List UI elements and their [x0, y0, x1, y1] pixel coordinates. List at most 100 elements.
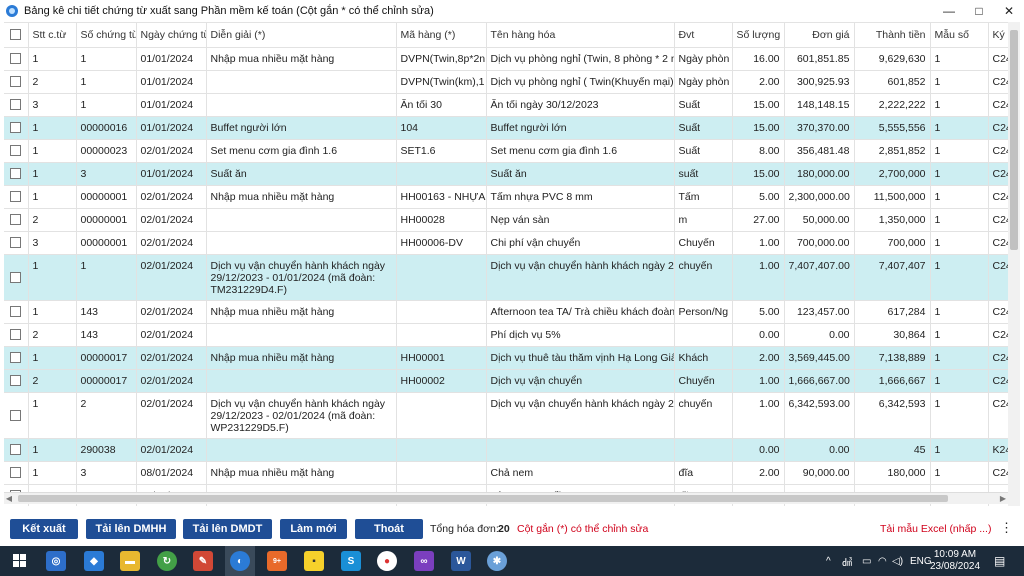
table-row[interactable]: 129003802/01/20240.000.00451K24 — [4, 438, 1008, 462]
cell-dien-giai[interactable] — [206, 70, 397, 94]
cell-dien-giai[interactable] — [206, 369, 397, 393]
column-header[interactable]: Mẫu số — [930, 23, 989, 48]
upload-dmdt-button[interactable]: Tải lên DMDT — [183, 519, 272, 539]
cell-ma-hang[interactable]: HH00163 - NHỰA — [396, 185, 487, 209]
cell-ma-hang[interactable] — [396, 300, 487, 324]
cell-ma-hang[interactable]: Ăn tối 30 — [396, 93, 487, 117]
messenger-icon[interactable]: 9+ — [267, 551, 287, 571]
skype-icon[interactable]: S — [341, 551, 361, 571]
row-checkbox[interactable] — [4, 461, 29, 485]
cell-ma-hang[interactable]: HH00006-DV — [396, 231, 487, 255]
cell-ma-hang[interactable]: SET1.6 — [396, 139, 487, 163]
table-row[interactable]: 2 00000001 02/01/2024 HH00028 Nẹp ván sàn m 27… — [4, 208, 1008, 232]
column-header[interactable]: Tên hàng hóa — [486, 23, 675, 48]
row-checkbox[interactable] — [4, 369, 29, 393]
row-checkbox[interactable] — [4, 139, 29, 163]
cell-dien-giai[interactable]: Suất ăn — [206, 162, 397, 186]
row-checkbox[interactable] — [4, 254, 29, 301]
table-row[interactable]: 1 1 01/01/2024 Nhập mua nhiều mặt hàng DVPN(… — [4, 47, 1008, 71]
file-explorer-icon[interactable]: ▬ — [120, 551, 140, 571]
scroll-left-icon[interactable]: ◀ — [4, 493, 14, 505]
cell-dien-giai[interactable]: Dịch vụ vận chuyển hành khách ngày 29/12… — [206, 392, 397, 439]
row-checkbox[interactable] — [4, 346, 29, 370]
row-checkbox[interactable] — [4, 47, 29, 71]
column-header[interactable]: Đơn giá — [784, 23, 855, 48]
system-clock[interactable]: 10:09 AM 23/08/2024 — [930, 549, 980, 573]
visual-studio-icon[interactable]: ∞ — [414, 551, 434, 571]
column-header[interactable]: Thành tiền — [854, 23, 931, 48]
column-header[interactable]: Stt c.từ — [28, 23, 77, 48]
column-header[interactable]: Diễn giải (*) — [206, 23, 397, 48]
exit-button[interactable]: Thoát — [355, 519, 423, 539]
wifi-icon[interactable]: ◠ — [878, 546, 887, 576]
more-options-icon[interactable]: ⋮ — [1000, 520, 1013, 536]
column-header[interactable]: Mã hàng (*) — [396, 23, 487, 48]
table-row[interactable]: 1 00000017 02/01/2024 Nhập mua nhiều mặt hà… — [4, 346, 1008, 370]
column-header[interactable]: Số lượng — [732, 23, 785, 48]
excel-template-link[interactable]: Tải mẫu Excel (nhấp ...) — [880, 523, 991, 535]
cell-dien-giai[interactable]: Nhập mua nhiều mặt hàng — [206, 346, 397, 370]
row-checkbox[interactable] — [4, 231, 29, 255]
pdf-reader-icon[interactable]: ✎ — [193, 551, 213, 571]
table-row[interactable]: 1 3 01/01/2024 Suất ăn Suất ăn suất 15.00 180,0… — [4, 162, 1008, 186]
dropbox-icon[interactable]: ◆ — [84, 551, 104, 571]
tray-overflow-icon[interactable]: ^ — [826, 546, 831, 576]
cell-dien-giai[interactable]: Dịch vụ vận chuyển hành khách ngày 29/12… — [206, 254, 397, 301]
table-row[interactable]: 1 143 02/01/2024 Nhập mua nhiều mặt hàng Aft… — [4, 300, 1008, 324]
cell-dien-giai[interactable] — [206, 93, 397, 117]
volume-icon[interactable]: ◁) — [892, 546, 903, 576]
cell-dien-giai[interactable]: Set menu cơm gia đình 1.6 — [206, 139, 397, 163]
sticky-notes-icon[interactable]: ▪ — [304, 551, 324, 571]
select-all-checkbox[interactable] — [4, 23, 29, 48]
cell-ma-hang[interactable]: 104 — [396, 116, 487, 140]
table-row[interactable]: 1 00000001 02/01/2024 Nhập mua nhiều mặt hà… — [4, 185, 1008, 209]
maximize-icon[interactable]: □ — [964, 0, 994, 22]
cell-dien-giai[interactable]: Nhập mua nhiều mặt hàng — [206, 185, 397, 209]
column-header[interactable]: Số chứng từ — [76, 23, 137, 48]
cell-ma-hang[interactable] — [396, 392, 487, 439]
column-header[interactable]: Đvt — [674, 23, 733, 48]
row-checkbox[interactable] — [4, 70, 29, 94]
horizontal-scroll-thumb[interactable] — [18, 495, 948, 502]
row-checkbox[interactable] — [4, 300, 29, 324]
row-checkbox[interactable] — [4, 116, 29, 140]
row-checkbox[interactable] — [4, 185, 29, 209]
table-row[interactable]: 1 3 08/01/2024 Nhập mua nhiều mặt hàng Chả n… — [4, 461, 1008, 485]
cell-dien-giai[interactable]: Buffet người lớn — [206, 116, 397, 140]
minimize-icon[interactable]: — — [934, 0, 964, 22]
cell-ma-hang[interactable]: HH00001 — [396, 346, 487, 370]
upload-dmhh-button[interactable]: Tải lên DMHH — [86, 519, 176, 539]
word-icon[interactable]: W — [451, 551, 471, 571]
notifications-icon[interactable]: ▤ — [994, 546, 1005, 576]
cell-ma-hang[interactable] — [396, 323, 487, 347]
chrome-icon[interactable]: ● — [377, 551, 397, 571]
windows-start-icon[interactable] — [10, 551, 30, 571]
vertical-scrollbar[interactable] — [1008, 22, 1020, 506]
row-checkbox[interactable] — [4, 162, 29, 186]
row-checkbox[interactable] — [4, 438, 29, 462]
cell-ma-hang[interactable] — [396, 254, 487, 301]
close-icon[interactable]: ✕ — [994, 0, 1024, 22]
refresh-button[interactable]: Làm mới — [280, 519, 347, 539]
cell-dien-giai[interactable]: Nhập mua nhiều mặt hàng — [206, 300, 397, 324]
cell-ma-hang[interactable] — [396, 438, 487, 462]
cell-ma-hang[interactable]: HH00028 — [396, 208, 487, 232]
row-checkbox[interactable] — [4, 208, 29, 232]
green-app-icon[interactable]: ↻ — [157, 551, 177, 571]
table-row[interactable]: 1 2 02/01/2024 Dịch vụ vận chuyển hành khác… — [4, 392, 1008, 439]
cell-dien-giai[interactable] — [206, 231, 397, 255]
table-row[interactable]: 2 00000017 02/01/2024 HH00002 Dịch vụ vận ch… — [4, 369, 1008, 393]
active-app-icon[interactable]: ◐ — [230, 551, 250, 571]
table-row[interactable]: 1 00000016 01/01/2024 Buffet người lớn 104 Bu… — [4, 116, 1008, 140]
app-shortcut-icon[interactable]: ◎ — [46, 551, 66, 571]
table-row[interactable]: 1 00000023 02/01/2024 Set menu cơm gia đình… — [4, 139, 1008, 163]
cell-ma-hang[interactable]: HH00002 — [396, 369, 487, 393]
table-row[interactable]: 2 1 01/01/2024 DVPN(Twin(km),1 Dịch vụ phòng… — [4, 70, 1008, 94]
table-row[interactable]: 3 00000001 02/01/2024 HH00006-DV Chi phí vận… — [4, 231, 1008, 255]
table-row[interactable]: 1 1 02/01/2024 Dịch vụ vận chuyển hành khác… — [4, 254, 1008, 301]
cell-ma-hang[interactable] — [396, 162, 487, 186]
battery-icon[interactable]: ▭ — [862, 546, 871, 576]
vertical-scroll-thumb[interactable] — [1010, 30, 1018, 250]
ime-icon[interactable]: ㍹ — [842, 546, 852, 576]
cell-dien-giai[interactable] — [206, 323, 397, 347]
